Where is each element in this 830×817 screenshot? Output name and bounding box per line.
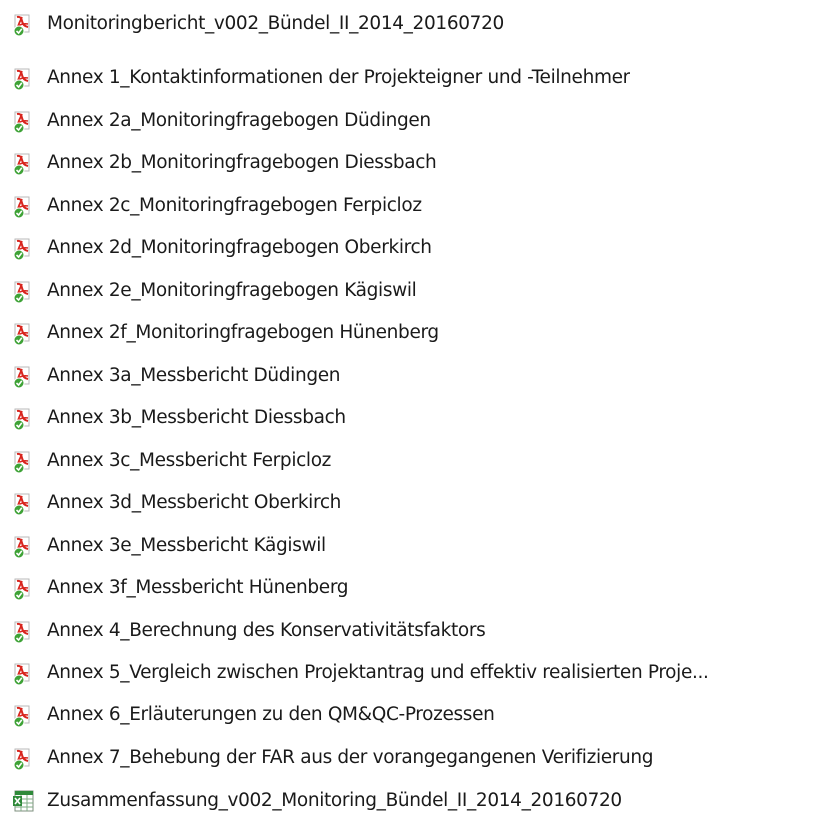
file-item[interactable]: Annex 1_Kontaktinformationen der Projekt…: [12, 62, 830, 94]
file-item[interactable]: Annex 3b_Messbericht Diessbach: [12, 402, 830, 434]
file-name: Monitoringbericht_v002_Bündel_II_2014_20…: [47, 13, 504, 34]
file-name: Annex 1_Kontaktinformationen der Projekt…: [47, 67, 630, 88]
file-name: Annex 7_Behebung der FAR aus der vorange…: [47, 747, 654, 768]
file-item[interactable]: Annex 2d_Monitoringfragebogen Oberkirch: [12, 232, 830, 264]
pdf-icon: [12, 12, 38, 36]
file-name: Annex 3f_Messbericht Hünenberg: [47, 577, 349, 598]
pdf-icon: [12, 321, 38, 345]
file-name: Annex 4_Berechnung des Konservativitätsf…: [47, 620, 486, 641]
pdf-icon: [12, 534, 38, 558]
pdf-icon: [12, 576, 38, 600]
pdf-icon: [12, 703, 38, 727]
file-item[interactable]: Annex 3c_Messbericht Ferpicloz: [12, 445, 830, 477]
file-name: Annex 3c_Messbericht Ferpicloz: [47, 450, 332, 471]
file-item[interactable]: Annex 2a_Monitoringfragebogen Düdingen: [12, 105, 830, 137]
file-item[interactable]: Annex 2f_Monitoringfragebogen Hünenberg: [12, 317, 830, 349]
file-item[interactable]: Annex 2b_Monitoringfragebogen Diessbach: [12, 147, 830, 179]
file-item[interactable]: Annex 7_Behebung der FAR aus der vorange…: [12, 742, 830, 774]
pdf-icon: [12, 151, 38, 175]
pdf-icon: [12, 406, 38, 430]
file-name: Annex 2e_Monitoringfragebogen Kägiswil: [47, 280, 417, 301]
pdf-icon: [12, 279, 38, 303]
file-item[interactable]: Annex 3f_Messbericht Hünenberg: [12, 572, 830, 604]
file-item[interactable]: Zusammenfassung_v002_Monitoring_Bündel_I…: [12, 785, 830, 817]
pdf-icon: [12, 449, 38, 473]
file-item[interactable]: Annex 2c_Monitoringfragebogen Ferpicloz: [12, 190, 830, 222]
file-name: Zusammenfassung_v002_Monitoring_Bündel_I…: [47, 790, 622, 811]
file-name: Annex 3e_Messbericht Kägiswil: [47, 535, 326, 556]
file-name: Annex 2b_Monitoringfragebogen Diessbach: [47, 152, 437, 173]
file-name: Annex 2c_Monitoringfragebogen Ferpicloz: [47, 195, 422, 216]
file-name: Annex 3a_Messbericht Düdingen: [47, 365, 341, 386]
file-name: Annex 3d_Messbericht Oberkirch: [47, 492, 342, 513]
file-item[interactable]: Annex 3e_Messbericht Kägiswil: [12, 530, 830, 562]
file-name: Annex 5_Vergleich zwischen Projektantrag…: [47, 662, 709, 683]
file-name: Annex 2d_Monitoringfragebogen Oberkirch: [47, 237, 432, 258]
file-item[interactable]: Annex 6_Erläuterungen zu den QM&QC-Proze…: [12, 699, 830, 731]
file-item[interactable]: Annex 2e_Monitoringfragebogen Kägiswil: [12, 275, 830, 307]
file-item[interactable]: Monitoringbericht_v002_Bündel_II_2014_20…: [12, 8, 830, 40]
pdf-icon: [12, 746, 38, 770]
file-item[interactable]: Annex 3a_Messbericht Düdingen: [12, 360, 830, 392]
pdf-icon: [12, 491, 38, 515]
file-item[interactable]: Annex 4_Berechnung des Konservativitätsf…: [12, 615, 830, 647]
file-item[interactable]: Annex 3d_Messbericht Oberkirch: [12, 487, 830, 519]
file-item[interactable]: Annex 5_Vergleich zwischen Projektantrag…: [12, 657, 830, 689]
pdf-icon: [12, 109, 38, 133]
pdf-icon: [12, 194, 38, 218]
file-name: Annex 2f_Monitoringfragebogen Hünenberg: [47, 322, 439, 343]
pdf-icon: [12, 236, 38, 260]
file-name: Annex 3b_Messbericht Diessbach: [47, 407, 346, 428]
file-name: Annex 6_Erläuterungen zu den QM&QC-Proze…: [47, 704, 495, 725]
pdf-icon: [12, 364, 38, 388]
pdf-icon: [12, 66, 38, 90]
pdf-icon: [12, 619, 38, 643]
pdf-icon: [12, 661, 38, 685]
file-name: Annex 2a_Monitoringfragebogen Düdingen: [47, 110, 431, 131]
spreadsheet-icon: [12, 789, 38, 813]
